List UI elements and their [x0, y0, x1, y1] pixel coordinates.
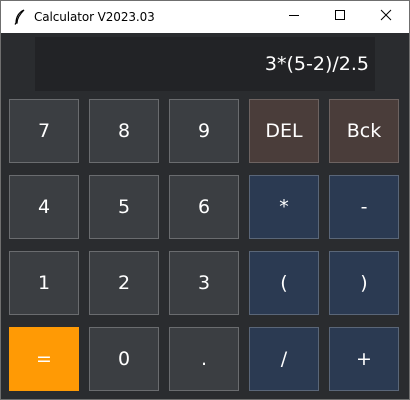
equals-button[interactable]: =	[9, 327, 79, 391]
key-0[interactable]: 0	[89, 327, 159, 391]
minimize-icon	[288, 8, 300, 26]
divide-button[interactable]: /	[249, 327, 319, 391]
key-7[interactable]: 7	[9, 99, 79, 163]
key-1[interactable]: 1	[9, 251, 79, 315]
add-button[interactable]: +	[329, 327, 399, 391]
maximize-icon	[334, 8, 346, 26]
key-5[interactable]: 5	[89, 175, 159, 239]
delete-button[interactable]: DEL	[249, 99, 319, 163]
backspace-button[interactable]: Bck	[329, 99, 399, 163]
minimize-button[interactable]	[271, 1, 317, 33]
close-paren-button[interactable]: )	[329, 251, 399, 315]
subtract-button[interactable]: -	[329, 175, 399, 239]
maximize-button[interactable]	[317, 1, 363, 33]
title-bar[interactable]: Calculator V2023.03	[1, 1, 409, 33]
open-paren-button[interactable]: (	[249, 251, 319, 315]
key-2[interactable]: 2	[89, 251, 159, 315]
key-9[interactable]: 9	[169, 99, 239, 163]
feather-icon	[12, 9, 28, 25]
close-icon	[380, 8, 392, 26]
key-4[interactable]: 4	[9, 175, 79, 239]
calculator-window: Calculator V2023.03 3*(5-2)/2.5 7 8 9 DE…	[0, 0, 410, 400]
key-8[interactable]: 8	[89, 99, 159, 163]
window-controls	[271, 1, 409, 33]
expression-display: 3*(5-2)/2.5	[35, 37, 375, 91]
multiply-button[interactable]: *	[249, 175, 319, 239]
key-6[interactable]: 6	[169, 175, 239, 239]
key-3[interactable]: 3	[169, 251, 239, 315]
decimal-button[interactable]: .	[169, 327, 239, 391]
close-button[interactable]	[363, 1, 409, 33]
window-title: Calculator V2023.03	[34, 10, 155, 24]
